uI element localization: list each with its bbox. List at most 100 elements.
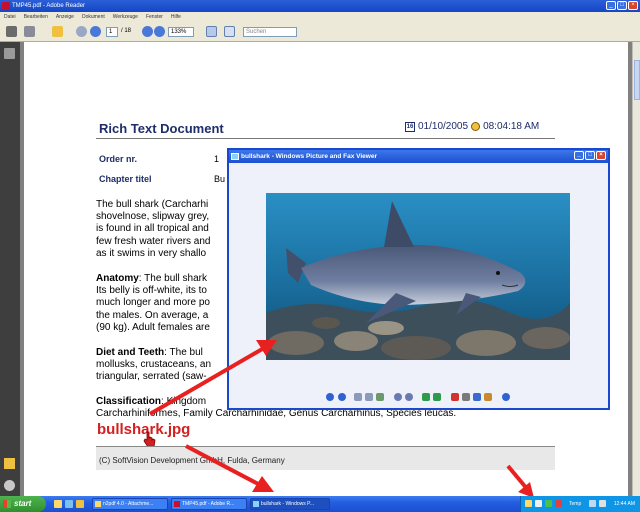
comments-panel-icon[interactable] (4, 458, 15, 469)
maximize-icon[interactable]: □ (617, 1, 627, 10)
system-tray: Temp 12:44 AM (520, 496, 640, 512)
viewer-window-controls: _ □ × (574, 151, 606, 160)
print-icon[interactable] (462, 393, 470, 401)
tray-app-icon[interactable] (535, 500, 542, 507)
classification-line: Carcharhiniformes, Family Carcharhinidae… (96, 408, 457, 420)
order-value: 1 (214, 154, 220, 164)
task-picture-viewer[interactable]: bullshark - Windows P... (250, 498, 330, 510)
hand-tool-icon[interactable] (52, 26, 63, 37)
viewer-window-title: bullshark - Windows Picture and Fax View… (241, 153, 377, 160)
volume-icon[interactable] (599, 500, 606, 507)
previous-page-icon[interactable] (76, 26, 87, 37)
menu-anzeige[interactable]: Anzeige (56, 12, 74, 22)
classification-heading: Classification (96, 396, 162, 407)
email-icon[interactable] (24, 26, 35, 37)
previous-image-icon[interactable] (326, 393, 334, 401)
rotate-clockwise-icon[interactable] (422, 393, 430, 401)
diet-heading: Diet and Teeth (96, 347, 165, 358)
search-input[interactable]: Suchen (243, 27, 297, 37)
rotate-counterclockwise-icon[interactable] (433, 393, 441, 401)
task-label: n2pdf 4.0 - Attachme... (103, 501, 154, 507)
next-page-icon[interactable] (90, 26, 101, 37)
chapter-value: Bu (214, 174, 226, 184)
menu-hilfe[interactable]: Hilfe (171, 12, 181, 22)
task-icon (253, 501, 259, 507)
anatomy-heading: Anatomy (96, 273, 139, 284)
internet-explorer-icon[interactable] (65, 500, 73, 508)
task-label: bullshark - Windows P... (261, 501, 314, 507)
close-icon[interactable]: × (596, 151, 606, 160)
page-number-input[interactable]: 1 (106, 27, 118, 37)
navigation-pane (0, 42, 20, 496)
open-editing-icon[interactable] (484, 393, 492, 401)
network-icon[interactable] (589, 500, 596, 507)
bull-shark-photo (266, 193, 570, 360)
tray-app-icon[interactable] (545, 500, 552, 507)
diet-line: : The bul (164, 347, 203, 358)
reader-toolbar: 1 / 18 133% Suchen (0, 22, 640, 42)
document-date: 01/10/2005 (418, 121, 469, 132)
fit-page-icon[interactable] (206, 26, 217, 37)
document-datetime: 16 01/10/2005 08:04:18 AM (405, 121, 539, 132)
viewer-title-bar: bullshark - Windows Picture and Fax View… (229, 150, 608, 163)
minimize-icon[interactable]: _ (606, 1, 616, 10)
menu-dokument[interactable]: Dokument (82, 12, 105, 22)
reader-menu-bar: Datei Bearbeiten Anzeige Dokument Werkze… (0, 12, 640, 22)
task-icon (95, 501, 101, 507)
document-footer: (C) SoftVision Development GmbH, Fulda, … (99, 456, 285, 465)
reader-title-bar: TMP45.pdf - Adobe Reader _ □ × (0, 0, 640, 12)
picture-icon (231, 153, 239, 160)
vertical-scrollbar[interactable] (632, 42, 640, 496)
folder-icon[interactable] (76, 500, 84, 508)
help-icon[interactable] (502, 393, 510, 401)
tray-app-icon[interactable] (555, 500, 562, 507)
zoom-in-icon[interactable] (394, 393, 402, 401)
start-button[interactable]: start (0, 496, 46, 512)
zoom-out-icon[interactable] (142, 26, 153, 37)
pages-panel-icon[interactable] (4, 48, 15, 59)
slideshow-icon[interactable] (376, 393, 384, 401)
start-label: start (14, 499, 32, 508)
viewer-canvas (229, 163, 608, 386)
best-fit-icon[interactable] (354, 393, 362, 401)
taskbar-clock: 12:44 AM (613, 501, 635, 507)
picture-viewer-window: bullshark - Windows Picture and Fax View… (227, 148, 610, 410)
save-copy-icon[interactable] (473, 393, 481, 401)
tray-label: Temp (569, 501, 582, 507)
task-adobe-reader[interactable]: TMP45.pdf - Adobe R... (171, 498, 247, 510)
task-n2pdf[interactable]: n2pdf 4.0 - Attachme... (92, 498, 168, 510)
attachments-panel-icon[interactable] (4, 480, 15, 491)
viewer-toolbar (229, 386, 608, 408)
menu-bearbeiten[interactable]: Bearbeiten (24, 12, 48, 22)
next-image-icon[interactable] (338, 393, 346, 401)
calendar-icon: 16 (405, 121, 415, 132)
task-label: TMP45.pdf - Adobe R... (182, 501, 235, 507)
document-time: 08:04:18 AM (483, 121, 540, 132)
menu-werkzeuge[interactable]: Werkzeuge (113, 12, 138, 22)
zoom-select[interactable]: 133% (168, 27, 194, 37)
task-icon (174, 501, 180, 507)
delete-icon[interactable] (451, 393, 459, 401)
clock-icon (471, 122, 481, 131)
menu-fenster[interactable]: Fenster (146, 12, 163, 22)
scrollbar-thumb[interactable] (634, 60, 640, 100)
anatomy-line: : The bull shark (138, 273, 207, 284)
tray-app-icon[interactable] (525, 500, 532, 507)
classification-line: : Kingdom (161, 396, 207, 407)
actual-size-icon[interactable] (365, 393, 373, 401)
minimize-icon[interactable]: _ (574, 151, 584, 160)
reader-window-title: TMP45.pdf - Adobe Reader (12, 3, 86, 9)
zoom-in-icon[interactable] (154, 26, 165, 37)
menu-datei[interactable]: Datei (4, 12, 16, 22)
chapter-label: Chapter titel (99, 174, 152, 184)
fit-width-icon[interactable] (224, 26, 235, 37)
print-icon[interactable] (6, 26, 17, 37)
document-title: Rich Text Document (99, 121, 224, 136)
maximize-icon[interactable]: □ (585, 151, 595, 160)
zoom-out-icon[interactable] (405, 393, 413, 401)
close-icon[interactable]: × (628, 1, 638, 10)
show-desktop-icon[interactable] (54, 500, 62, 508)
order-label: Order nr. (99, 154, 138, 164)
page-total: / 18 (121, 28, 132, 34)
windows-logo-icon (3, 500, 11, 508)
